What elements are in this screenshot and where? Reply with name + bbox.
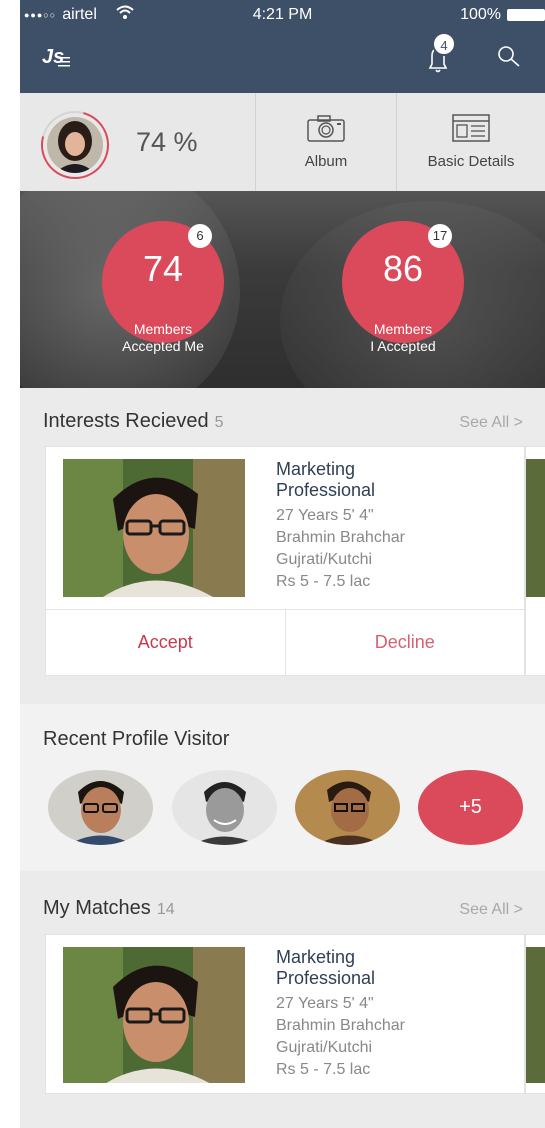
visitor-avatar[interactable] xyxy=(295,770,400,845)
interest-actions: Accept Decline xyxy=(46,609,524,675)
profile-community: Brahmin Brahchar xyxy=(276,1017,405,1034)
section-count: 14 xyxy=(156,901,175,918)
stat-badge: 17 xyxy=(428,224,452,248)
interest-card[interactable]: Marketing Professional 27 Years 5' 4" Br… xyxy=(45,446,525,676)
visitor-avatar[interactable] xyxy=(48,770,153,845)
matches-section: My Matches 14 See All > Marketing Profes… xyxy=(20,871,545,1128)
profile-title: Marketing xyxy=(276,947,356,967)
section-title: Interests Recieved 5 xyxy=(43,410,224,433)
search-icon[interactable] xyxy=(496,44,522,70)
interests-section-header: Interests Recieved 5 See All > xyxy=(20,398,545,438)
profile-title: Professional xyxy=(276,968,376,988)
stat-label: Members Accepted Me xyxy=(83,321,243,355)
profile-income: Rs 5 - 7.5 lac xyxy=(276,573,371,590)
profile-community: Brahmin Brahchar xyxy=(276,529,405,546)
recent-visitors-section: Recent Profile Visitor +5 xyxy=(20,704,545,871)
profile-summary: Marketing Professional 27 Years 5' 4" Br… xyxy=(276,947,516,1081)
user-avatar xyxy=(47,117,103,173)
next-card-photo xyxy=(526,459,545,597)
profile-summary: Marketing Professional 27 Years 5' 4" Br… xyxy=(276,459,516,593)
section-title-text: My Matches xyxy=(43,897,151,919)
profile-title: Professional xyxy=(276,480,376,500)
stat-value: 86 xyxy=(382,248,424,289)
profile-strip: 74 % Album Basic Details xyxy=(20,93,545,192)
album-label: Album xyxy=(304,153,348,170)
section-title: My Matches 14 xyxy=(43,897,175,920)
camera-icon xyxy=(307,115,345,142)
section-title-text: Interests Recieved xyxy=(43,410,209,432)
battery-percent: 100% xyxy=(460,6,501,23)
profile-language: Gujrati/Kutchi xyxy=(276,551,373,568)
matches-section-header: My Matches 14 See All > xyxy=(20,885,545,925)
stat-accepted-me[interactable]: 74 6 Members Accepted Me xyxy=(83,221,243,355)
stat-label-line: Accepted Me xyxy=(122,338,204,354)
acceptance-stats: 74 6 Members Accepted Me 86 17 Members I… xyxy=(20,191,545,388)
decline-button[interactable]: Decline xyxy=(286,610,525,675)
completion-percent: 74 % xyxy=(136,127,198,157)
basic-details-label: Basic Details xyxy=(427,153,515,170)
stat-value: 74 xyxy=(142,248,184,289)
stat-label-line: Members xyxy=(133,321,193,337)
section-count: 5 xyxy=(214,414,224,431)
next-card-photo xyxy=(526,947,545,1083)
app-header: ●●●○○ airtel 4:21 PM 100% Js 4 xyxy=(20,0,545,93)
see-all-matches-link[interactable]: See All > xyxy=(459,901,523,919)
battery-icon xyxy=(507,9,545,21)
stat-i-accepted[interactable]: 86 17 Members I Accepted xyxy=(323,221,483,355)
basic-details-button[interactable]: Basic Details xyxy=(397,93,545,191)
profile-income: Rs 5 - 7.5 lac xyxy=(276,1061,371,1078)
profile-photo[interactable] xyxy=(63,947,245,1083)
stat-label: Members I Accepted xyxy=(323,321,483,355)
profile-age-height: 27 Years 5' 4" xyxy=(276,507,374,524)
match-card[interactable]: Marketing Professional 27 Years 5' 4" Br… xyxy=(45,934,525,1094)
visitor-avatar[interactable] xyxy=(172,770,277,845)
menu-lines-icon[interactable] xyxy=(58,56,72,68)
app-screen: ●●●○○ airtel 4:21 PM 100% Js 4 74 % Albu… xyxy=(20,0,545,1128)
profile-language: Gujrati/Kutchi xyxy=(276,1039,373,1056)
battery-info: 100% xyxy=(460,6,545,24)
profile-completion-ring xyxy=(28,98,122,192)
profile-completion[interactable]: 74 % xyxy=(20,93,256,192)
stat-badge: 6 xyxy=(188,224,212,248)
next-match-card[interactable] xyxy=(525,934,545,1094)
profile-photo[interactable] xyxy=(63,459,245,597)
status-bar: ●●●○○ airtel 4:21 PM 100% xyxy=(20,0,545,30)
see-all-interests-link[interactable]: See All > xyxy=(459,414,523,432)
stat-label-line: I Accepted xyxy=(370,338,436,354)
next-interest-card[interactable] xyxy=(525,446,545,676)
album-button[interactable]: Album xyxy=(256,93,397,191)
notification-badge: 4 xyxy=(432,32,456,56)
details-card-icon xyxy=(452,114,490,142)
profile-title: Marketing xyxy=(276,459,356,479)
profile-age-height: 27 Years 5' 4" xyxy=(276,995,374,1012)
section-title: Recent Profile Visitor xyxy=(43,728,230,750)
stat-label-line: Members xyxy=(373,321,433,337)
more-visitors-button[interactable]: +5 xyxy=(418,770,523,845)
accept-button[interactable]: Accept xyxy=(46,610,286,675)
